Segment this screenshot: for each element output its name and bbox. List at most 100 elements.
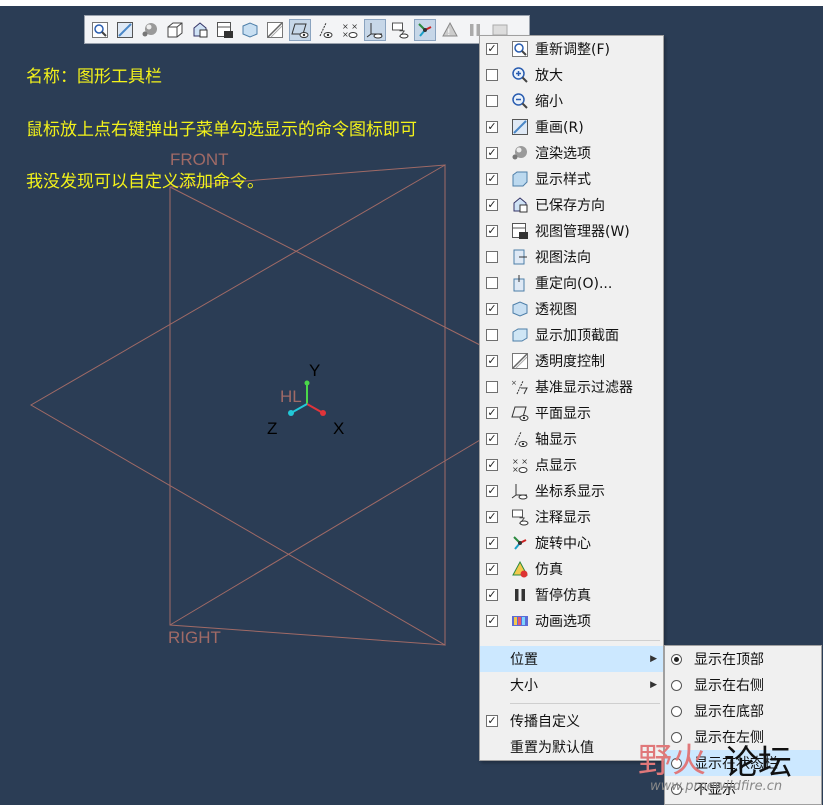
pause-icon (511, 586, 529, 604)
checkbox[interactable]: ✓ (486, 43, 498, 55)
checkbox[interactable] (486, 381, 498, 393)
menu-item-label: 渲染选项 (535, 146, 591, 162)
axis-display-button[interactable] (314, 19, 336, 41)
menu-item-19[interactable]: ✓ Z 注释显示 (480, 504, 663, 530)
menu-item-5[interactable]: ✓ 渲染选项 (480, 140, 663, 166)
plane-display-icon (511, 404, 529, 422)
zoom-fit-icon (92, 21, 108, 38)
display-style-button[interactable] (164, 19, 186, 41)
csys-display-icon (511, 482, 529, 500)
checkbox[interactable]: ✓ (486, 511, 498, 523)
menu-item-2[interactable]: 放大 (480, 62, 663, 88)
menu-item-size[interactable]: 大小 ▶ (480, 672, 663, 698)
checkbox[interactable]: ✓ (486, 199, 498, 211)
checkbox[interactable]: ✓ (486, 589, 498, 601)
simulation-button[interactable]: ! (439, 19, 461, 41)
checkbox[interactable]: ✓ (486, 355, 498, 367)
spin-center-button[interactable] (414, 18, 436, 41)
menu-item-4[interactable]: ✓ 重画(R) (480, 114, 663, 140)
radio-button[interactable] (671, 705, 682, 717)
menu-item-12[interactable]: 显示加顶截面 (480, 322, 663, 348)
submenu-item-3[interactable]: 显示在底部 (665, 698, 821, 724)
menu-item-label: 点显示 (535, 458, 577, 474)
menu-item-10[interactable]: 重定向(O)... (480, 270, 663, 296)
menu-item-15[interactable]: ✓ 平面显示 (480, 400, 663, 426)
star-triangle-1 (30, 164, 446, 646)
checkbox[interactable]: ✓ (486, 303, 498, 315)
checkbox[interactable] (486, 251, 498, 263)
render-options-button[interactable] (139, 19, 161, 41)
zoom-in-icon (511, 66, 529, 84)
render-options-icon (142, 22, 157, 36)
menu-item-label: 大小 (510, 678, 538, 694)
axis-display-icon (319, 22, 333, 38)
menu-item-propagate[interactable]: ✓ 传播自定义 (480, 708, 663, 734)
menu-item-22[interactable]: ✓ 暂停仿真 (480, 582, 663, 608)
graphics-toolbar: × ×× Z ! (84, 15, 530, 44)
checkbox[interactable]: ✓ (486, 715, 498, 727)
menu-item-1[interactable]: ✓ 重新调整(F) (480, 36, 663, 62)
simulation-icon (511, 560, 529, 578)
menu-item-21[interactable]: ✓ 仿真 (480, 556, 663, 582)
repaint-button[interactable] (114, 19, 136, 41)
point-display-button[interactable]: × × × (339, 19, 361, 41)
menu-item-9[interactable]: 视图法向 (480, 244, 663, 270)
menu-item-3[interactable]: 缩小 (480, 88, 663, 114)
menu-item-label: 重画(R) (535, 120, 584, 136)
repaint-icon (117, 21, 133, 38)
checkbox[interactable]: ✓ (486, 407, 498, 419)
checkbox[interactable]: ✓ (486, 173, 498, 185)
right-datum-edge (169, 186, 481, 346)
note-instruction: 鼠标放上点右键弹出子菜单勾选显示的命令图标即可 (26, 120, 417, 140)
submenu-item-2[interactable]: 显示在右侧 (665, 672, 821, 698)
menu-item-14[interactable]: × 基准显示过滤器 (480, 374, 663, 400)
menu-item-position[interactable]: 位置 ▶ (480, 646, 663, 672)
datum-filter-icon: × (511, 378, 529, 396)
checkbox[interactable]: ✓ (486, 615, 498, 627)
submenu-item-label: 显示在右侧 (694, 678, 764, 694)
view-manager-button[interactable] (214, 19, 236, 41)
saved-orientation-button[interactable] (189, 19, 211, 41)
menu-item-23[interactable]: ✓ 动画选项 (480, 608, 663, 634)
note-remark: 我没发现可以自定义添加命令。 (26, 172, 264, 192)
menu-item-17[interactable]: ✓ × × × 点显示 (480, 452, 663, 478)
point-display-icon: × ×× (342, 22, 358, 39)
axis-z-label: Z (267, 419, 277, 438)
menu-item-6[interactable]: ✓ 显示样式 (480, 166, 663, 192)
annotation-display-button[interactable]: Z (389, 19, 411, 41)
checkbox[interactable] (486, 69, 498, 81)
menu-item-8[interactable]: ✓ 视图管理器(W) (480, 218, 663, 244)
plane-display-button[interactable] (289, 18, 311, 41)
checkbox[interactable] (486, 329, 498, 341)
radio-button[interactable] (671, 653, 682, 665)
menu-item-18[interactable]: ✓ 坐标系显示 (480, 478, 663, 504)
menu-separator (510, 703, 660, 704)
checkbox[interactable]: ✓ (486, 433, 498, 445)
zoom-fit-button[interactable] (89, 19, 111, 41)
menu-item-11[interactable]: ✓ 透视图 (480, 296, 663, 322)
submenu-item-label: 显示在底部 (694, 704, 764, 720)
checkbox[interactable]: ✓ (486, 563, 498, 575)
menu-item-7[interactable]: ✓ 已保存方向 (480, 192, 663, 218)
menu-item-label: 传播自定义 (510, 714, 580, 730)
checkbox[interactable]: ✓ (486, 121, 498, 133)
csys-display-button[interactable] (364, 18, 386, 41)
radio-button[interactable] (671, 679, 682, 691)
menu-item-label: 视图管理器(W) (535, 224, 630, 240)
checkbox[interactable]: ✓ (486, 459, 498, 471)
checkbox[interactable] (486, 277, 498, 289)
checkbox[interactable]: ✓ (486, 225, 498, 237)
submenu-item-1[interactable]: 显示在顶部 (665, 646, 821, 672)
transparency-button[interactable] (264, 19, 286, 41)
menu-item-13[interactable]: ✓ 透明度控制 (480, 348, 663, 374)
checkbox[interactable] (486, 95, 498, 107)
submenu-arrow-icon: ▶ (650, 654, 657, 664)
menu-item-16[interactable]: ✓ 轴显示 (480, 426, 663, 452)
checkbox[interactable]: ✓ (486, 147, 498, 159)
checkbox[interactable]: ✓ (486, 537, 498, 549)
perspective-button[interactable] (239, 19, 261, 41)
menu-item-20[interactable]: ✓ 旋转中心 (480, 530, 663, 556)
simulation-icon: ! (442, 21, 458, 38)
checkbox[interactable]: ✓ (486, 485, 498, 497)
menu-item-label: 注释显示 (535, 510, 591, 526)
